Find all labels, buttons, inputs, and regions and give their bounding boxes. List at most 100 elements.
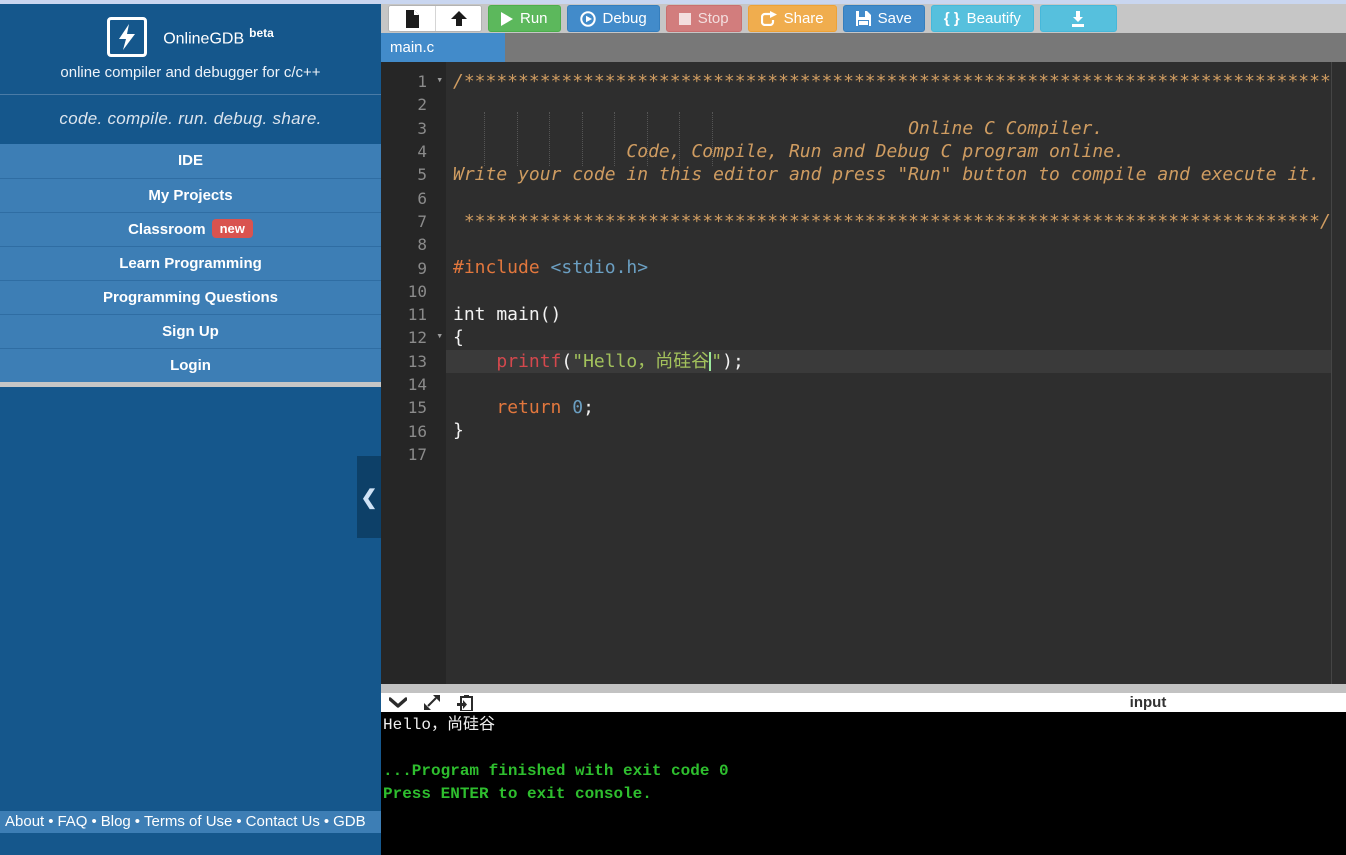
line-number: 2 — [417, 95, 427, 115]
code-line-4[interactable]: 4 Code, Compile, Run and Debug C program… — [381, 140, 1331, 163]
code-line-8[interactable]: 8 — [381, 233, 1331, 256]
line-number: 11 — [407, 305, 427, 325]
sidebar-menu: IDE My Projects Classroom new Learn Programm… — [0, 144, 381, 382]
footer-link-blog[interactable]: Blog — [101, 813, 131, 830]
line-number: 7 — [417, 211, 427, 231]
line-number: 13 — [407, 351, 427, 371]
line-number: 8 — [417, 235, 427, 255]
code-line-7[interactable]: 7 **************************************… — [381, 210, 1331, 233]
footer-link-contact-us[interactable]: Contact Us — [246, 813, 320, 830]
code-line-5[interactable]: 5 Write your code in this editor and pres… — [381, 163, 1331, 186]
tab-bar: main.c — [381, 33, 1346, 62]
menu-end-strip — [0, 382, 381, 387]
beta-badge: beta — [249, 25, 274, 40]
code-line-14[interactable]: 14 — [381, 373, 1331, 396]
console-output[interactable]: Hello，尚硅谷 ...Program finished with exit c… — [381, 712, 1346, 855]
footer-link-gdb[interactable]: GDB — [333, 813, 366, 830]
editor-scrollbar[interactable] — [1331, 62, 1346, 684]
onlinegdb-app: OnlineGDB beta online compiler and debugg… — [0, 0, 1346, 855]
upload-icon — [450, 10, 468, 27]
paste-to-console-icon[interactable] — [457, 694, 473, 711]
brand-subtitle: online compiler and debugger for c/c++ — [60, 64, 321, 81]
chevron-left-icon: ❮ — [360, 486, 378, 509]
footer-links: About • FAQ • Blog • Terms of Use • Contact Us • G… — [0, 811, 381, 833]
file-button-group — [388, 5, 482, 32]
expand-console-icon[interactable] — [424, 695, 440, 710]
toolbar: Run Debug Stop Share Save { } Beautify — [381, 4, 1346, 33]
brand[interactable]: OnlineGDB beta online compiler and debugg… — [0, 4, 381, 81]
floppy-disk-icon — [855, 11, 871, 26]
stop-button[interactable]: Stop — [665, 5, 742, 32]
editor-lines: 1 ▾/*************************************… — [381, 70, 1331, 466]
tagline-row: code. compile. run. debug. share. — [0, 94, 381, 144]
line-number: 10 — [407, 281, 427, 301]
console-resize-handle[interactable] — [381, 684, 1346, 693]
sidebar-item-programming-questions[interactable]: Programming Questions — [0, 280, 381, 314]
code-editor[interactable]: 1 ▾/*************************************… — [381, 62, 1346, 684]
sidebar-item-my-projects[interactable]: My Projects — [0, 178, 381, 212]
footer-link-about[interactable]: About — [5, 813, 44, 830]
new-file-icon — [405, 9, 420, 28]
console-output-line: Hello，尚硅谷 — [383, 716, 496, 734]
tab-main-c[interactable]: main.c — [381, 33, 505, 62]
lightning-bolt-icon — [107, 17, 148, 57]
sidebar-item-classroom[interactable]: Classroom new — [0, 212, 381, 246]
code-line-6[interactable]: 6 — [381, 186, 1331, 209]
share-button[interactable]: Share — [747, 5, 837, 32]
save-button[interactable]: Save — [842, 5, 925, 32]
footer-link-faq[interactable]: FAQ — [57, 813, 87, 830]
code-line-3[interactable]: 3 Online C Compiler. — [381, 117, 1331, 140]
line-number: 12 ▾ — [407, 328, 443, 348]
line-number: 1 ▾ — [417, 72, 443, 92]
run-button[interactable]: Run — [488, 5, 561, 32]
sidebar-item-ide[interactable]: IDE — [0, 144, 381, 178]
console-status-line: Press ENTER to exit console. — [383, 785, 652, 803]
fold-caret-icon[interactable]: ▾ — [436, 73, 443, 86]
line-number: 9 — [417, 258, 427, 278]
sidebar-collapse-button[interactable]: ❮ — [357, 456, 381, 538]
open-project-button[interactable] — [435, 6, 481, 31]
braces-icon: { } — [943, 10, 960, 27]
code-line-2[interactable]: 2 — [381, 93, 1331, 116]
code-line-11[interactable]: 11 int main() — [381, 303, 1331, 326]
sidebar-item-learn-programming[interactable]: Learn Programming — [0, 246, 381, 280]
code-line-15[interactable]: 15 return 0; — [381, 396, 1331, 419]
code-line-13[interactable]: 13 printf("Hello，尚硅谷 "); — [381, 349, 1331, 373]
line-number: 6 — [417, 188, 427, 208]
debug-button[interactable]: Debug — [566, 5, 660, 32]
line-number: 5 — [417, 165, 427, 185]
brand-title: OnlineGDB beta — [163, 25, 274, 48]
code-line-16[interactable]: 16} — [381, 419, 1331, 442]
download-button[interactable] — [1039, 5, 1117, 32]
main-area: Run Debug Stop Share Save { } Beautify m… — [381, 4, 1346, 855]
line-number: 16 — [407, 421, 427, 441]
new-badge: new — [211, 219, 253, 238]
console-status-line: ...Program finished with exit code 0 — [383, 762, 729, 780]
code-line-12[interactable]: 12 ▾{ — [381, 326, 1331, 349]
line-number: 14 — [407, 375, 427, 394]
new-file-button[interactable] — [389, 6, 435, 31]
tagline: code. compile. run. debug. share. — [59, 109, 322, 128]
input-pane-label: input — [1129, 694, 1167, 711]
line-number: 17 — [407, 444, 427, 464]
play-circle-icon — [579, 10, 596, 27]
play-icon — [501, 11, 513, 26]
code-line-1[interactable]: 1 ▾/*************************************… — [381, 70, 1331, 93]
line-number: 3 — [417, 118, 427, 138]
beautify-button[interactable]: { } Beautify — [930, 5, 1034, 32]
code-line-10[interactable]: 10 — [381, 280, 1331, 303]
sidebar-item-sign-up[interactable]: Sign Up — [0, 314, 381, 348]
line-number: 15 — [407, 398, 427, 418]
fold-caret-icon[interactable]: ▾ — [436, 329, 443, 342]
footer-link-terms-of-use[interactable]: Terms of Use — [144, 813, 232, 830]
code-line-17[interactable]: 17 — [381, 443, 1331, 466]
download-icon — [1070, 10, 1086, 27]
share-icon — [760, 11, 777, 26]
console-header: input — [381, 693, 1346, 712]
sidebar-item-login[interactable]: Login — [0, 348, 381, 382]
stop-icon — [678, 12, 691, 25]
code-line-9[interactable]: 9 #include <stdio.h> — [381, 256, 1331, 279]
line-number: 4 — [417, 142, 427, 162]
collapse-console-icon[interactable] — [389, 697, 407, 708]
